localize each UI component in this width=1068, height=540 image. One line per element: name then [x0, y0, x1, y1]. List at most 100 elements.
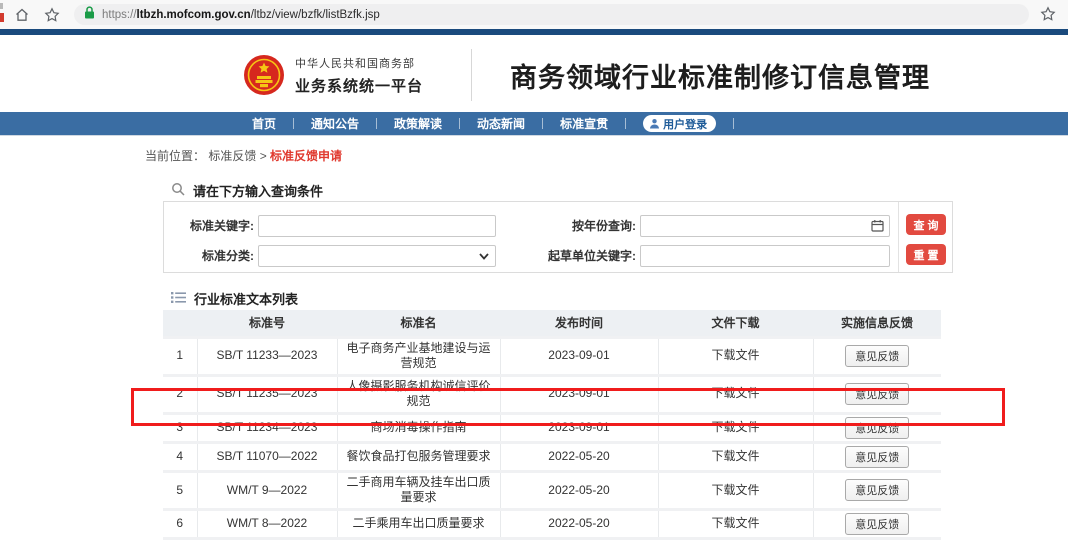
download-file-link[interactable]: 下载文件	[711, 483, 759, 497]
table-section-title-text: 行业标准文本列表	[194, 289, 298, 308]
search-icon	[171, 182, 185, 199]
nav-item-home[interactable]: 首页	[252, 115, 276, 132]
download-file-link[interactable]: 下载文件	[711, 348, 759, 362]
standard-name: 商场消毒操作指南	[337, 413, 500, 442]
user-icon	[649, 118, 660, 129]
feedback-button[interactable]: 意见反馈	[845, 446, 909, 468]
nav-item-notices[interactable]: 通知公告	[311, 115, 359, 132]
standard-name: 电子商务产业基地建设与运营规范	[337, 337, 500, 375]
breadcrumb-current: 标准反馈申请	[270, 149, 342, 163]
row-number: 1	[163, 337, 197, 375]
table-section-title: 行业标准文本列表	[163, 289, 298, 308]
standard-code: SB/T 11234—2023	[197, 413, 337, 442]
standard-name: 二手乘用车出口质量要求	[337, 510, 500, 539]
keyword-label: 标准关键字:	[174, 215, 254, 237]
download-file-link[interactable]: 下载文件	[711, 449, 759, 463]
table-row: 1 SB/T 11233—2023 电子商务产业基地建设与运营规范 2023-0…	[163, 337, 941, 375]
url-text: https://ltbzh.mofcom.gov.cn/ltbz/view/bz…	[102, 9, 380, 21]
row-number: 3	[163, 413, 197, 442]
download-file-link[interactable]: 下载文件	[711, 516, 759, 530]
nav-item-policy[interactable]: 政策解读	[394, 115, 442, 132]
main-nav: 首页 通知公告 政策解读 动态新闻 标准宣贯 用户登录	[0, 112, 1068, 136]
publish-date: 2023-09-01	[500, 375, 658, 413]
breadcrumb: 当前位置： 标准反馈 > 标准反馈申请	[145, 147, 342, 164]
standard-code: SB/T 11235—2023	[197, 375, 337, 413]
col-header-download: 文件下载	[658, 310, 813, 337]
search-section-title-text: 请在下方输入查询条件	[193, 181, 323, 200]
query-button[interactable]: 查 询	[906, 214, 946, 235]
page-title: 商务领域行业标准制修订信息管理	[510, 56, 930, 95]
publish-date: 2022-05-20	[500, 442, 658, 471]
header-divider	[471, 49, 472, 101]
toolbar-edge-fragment	[0, 3, 3, 9]
table-row-highlighted: 3 SB/T 11234—2023 商场消毒操作指南 2023-09-01 下载…	[163, 413, 941, 442]
drafter-input[interactable]	[640, 245, 890, 267]
col-header-feedback: 实施信息反馈	[813, 310, 941, 337]
org-name-block: 中华人民共和国商务部 业务系统统一平台	[295, 55, 423, 96]
org-line1: 中华人民共和国商务部	[295, 55, 423, 71]
breadcrumb-prefix: 当前位置：	[145, 149, 205, 163]
table-row: 5 WM/T 9—2022 二手商用车辆及挂车出口质量要求 2022-05-20…	[163, 471, 941, 509]
category-select[interactable]	[258, 245, 496, 267]
chevron-down-icon	[479, 253, 489, 260]
nav-separator	[542, 118, 543, 129]
national-emblem-logo	[243, 54, 285, 96]
nav-separator	[459, 118, 460, 129]
https-lock-icon	[84, 6, 95, 24]
extension-icon-fragment	[0, 13, 4, 22]
category-label: 标准分类:	[174, 245, 254, 267]
user-login-button[interactable]: 用户登录	[643, 115, 716, 132]
user-login-label: 用户登录	[663, 116, 707, 132]
drafter-label: 起草单位关键字:	[516, 245, 636, 267]
standard-name: 二手商用车辆及挂车出口质量要求	[337, 471, 500, 509]
table-row: 2 SB/T 11235—2023 人像摄影服务机构诚信评价规范 2023-09…	[163, 375, 941, 413]
home-icon[interactable]	[14, 7, 30, 23]
row-number: 4	[163, 442, 197, 471]
nav-separator	[293, 118, 294, 129]
publish-date: 2022-05-20	[500, 471, 658, 509]
feedback-button[interactable]: 意见反馈	[845, 417, 909, 439]
nav-item-news[interactable]: 动态新闻	[477, 115, 525, 132]
keyword-input[interactable]	[258, 215, 496, 237]
row-number: 6	[163, 510, 197, 539]
standard-code: SB/T 11233—2023	[197, 337, 337, 375]
table-row: 6 WM/T 8—2022 二手乘用车出口质量要求 2022-05-20 下载文…	[163, 510, 941, 539]
bookmark-star-icon[interactable]	[44, 7, 60, 23]
nav-separator	[733, 118, 734, 129]
publish-date: 2023-09-01	[500, 413, 658, 442]
standard-name: 人像摄影服务机构诚信评价规范	[337, 375, 500, 413]
bookmark-page-star-icon[interactable]	[1040, 6, 1056, 22]
standard-code: WM/T 9—2022	[197, 471, 337, 509]
feedback-button[interactable]: 意见反馈	[845, 479, 909, 501]
standard-code: WM/T 8—2022	[197, 510, 337, 539]
list-icon	[171, 291, 186, 307]
publish-date: 2023-09-01	[500, 337, 658, 375]
calendar-icon[interactable]	[871, 219, 884, 237]
nav-separator	[625, 118, 626, 129]
address-bar[interactable]: https://ltbzh.mofcom.gov.cn/ltbz/view/bz…	[74, 4, 1029, 25]
publish-date: 2022-05-20	[500, 510, 658, 539]
nav-item-standards[interactable]: 标准宣贯	[560, 115, 608, 132]
col-header-code: 标准号	[197, 310, 337, 337]
col-header-index	[163, 310, 197, 337]
browser-toolbar: https://ltbzh.mofcom.gov.cn/ltbz/view/bz…	[0, 0, 1068, 29]
row-number: 5	[163, 471, 197, 509]
row-number: 2	[163, 375, 197, 413]
download-file-link[interactable]: 下载文件	[711, 420, 759, 434]
col-header-date: 发布时间	[500, 310, 658, 337]
feedback-button[interactable]: 意见反馈	[845, 345, 909, 367]
nav-separator	[376, 118, 377, 129]
year-input-wrap	[640, 215, 890, 237]
breadcrumb-section: 标准反馈 >	[208, 149, 270, 163]
feedback-button[interactable]: 意见反馈	[845, 513, 909, 535]
org-line2: 业务系统统一平台	[295, 75, 423, 96]
form-button-divider	[898, 202, 899, 272]
feedback-button[interactable]: 意见反馈	[845, 383, 909, 405]
year-input[interactable]	[640, 215, 890, 237]
standard-name: 餐饮食品打包服务管理要求	[337, 442, 500, 471]
table-row: 4 SB/T 11070—2022 餐饮食品打包服务管理要求 2022-05-2…	[163, 442, 941, 471]
standard-code: SB/T 11070—2022	[197, 442, 337, 471]
download-file-link[interactable]: 下载文件	[711, 386, 759, 400]
reset-button[interactable]: 重 置	[906, 244, 946, 265]
search-section-title: 请在下方输入查询条件	[163, 181, 323, 200]
